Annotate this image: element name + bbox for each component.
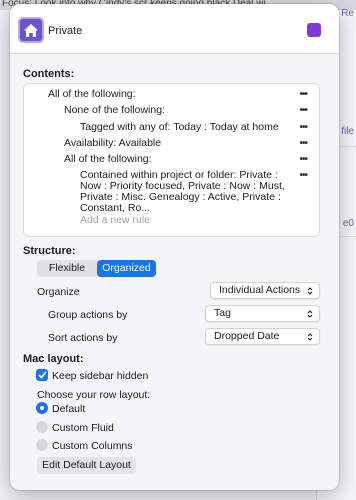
perspective-settings-popover: Contents: All of the following: ••• None… xyxy=(10,4,339,490)
group-by-popup[interactable]: Tag xyxy=(205,305,320,322)
row-layout-label: Choose your row layout: xyxy=(37,389,151,401)
row-layout-custom-fluid-radio[interactable] xyxy=(36,421,48,433)
row-layout-custom-fluid-label[interactable]: Custom Fluid xyxy=(52,422,114,434)
color-swatch[interactable] xyxy=(307,23,321,37)
house-icon[interactable] xyxy=(18,17,44,43)
row-layout-custom-columns-label[interactable]: Custom Columns xyxy=(52,440,133,452)
rule-all-of-following-nested[interactable]: All of the following: xyxy=(64,154,152,165)
rule-more-button[interactable]: ••• xyxy=(299,105,307,116)
rule-more-button[interactable]: ••• xyxy=(299,170,307,181)
keep-sidebar-hidden-checkbox[interactable] xyxy=(36,369,48,381)
contents-label: Contents: xyxy=(23,68,75,80)
group-by-label: Group actions by xyxy=(48,309,128,321)
checkmark-icon xyxy=(37,371,47,379)
chevron-up-down-icon xyxy=(307,310,313,318)
background-fragment: file xyxy=(341,126,354,137)
row-layout-default-label[interactable]: Default xyxy=(52,403,85,415)
chevron-up-down-icon xyxy=(307,287,313,295)
background-fragment: Re xyxy=(341,8,354,19)
mac-layout-label: Mac layout: xyxy=(23,353,84,365)
add-rule-field[interactable]: Add a new rule xyxy=(80,214,150,226)
rule-tagged-with[interactable]: Tagged with any of: Today : Today at hom… xyxy=(80,122,279,133)
rule-all-of-following[interactable]: All of the following: xyxy=(48,89,136,100)
rule-more-button[interactable]: ••• xyxy=(299,138,307,149)
sort-by-label: Sort actions by xyxy=(48,332,118,344)
keep-sidebar-hidden-label[interactable]: Keep sidebar hidden xyxy=(52,370,148,382)
segment-flexible[interactable]: Flexible xyxy=(37,260,97,277)
group-by-value: Tag xyxy=(214,307,231,319)
sort-by-popup[interactable]: Dropped Date xyxy=(205,328,320,345)
background-fragment: e0 xyxy=(342,218,354,229)
row-layout-default-radio[interactable] xyxy=(36,402,48,414)
rule-contained-within-project[interactable]: Contained within project or folder: Priv… xyxy=(80,170,290,214)
rule-more-button[interactable]: ••• xyxy=(299,122,307,133)
organize-value: Individual Actions xyxy=(219,284,301,296)
sort-by-value: Dropped Date xyxy=(214,330,280,342)
row-layout-custom-columns-radio[interactable] xyxy=(36,439,48,451)
rule-none-of-following[interactable]: None of the following: xyxy=(64,105,165,116)
rule-more-button[interactable]: ••• xyxy=(299,89,307,100)
segment-organized[interactable]: Organized xyxy=(97,260,156,277)
rule-more-button[interactable]: ••• xyxy=(299,154,307,165)
organize-label: Organize xyxy=(37,286,80,298)
chevron-up-down-icon xyxy=(307,333,313,341)
perspective-name-input[interactable] xyxy=(48,21,300,40)
rules-editor: All of the following: ••• None of the fo… xyxy=(23,83,320,237)
structure-segmented-control: Flexible Organized xyxy=(37,260,156,277)
structure-label: Structure: xyxy=(23,245,76,257)
rule-availability[interactable]: Availability: Available xyxy=(64,138,161,149)
edit-default-layout-button[interactable]: Edit Default Layout xyxy=(37,457,136,474)
organize-popup[interactable]: Individual Actions xyxy=(210,282,320,299)
popover-header xyxy=(10,4,339,54)
